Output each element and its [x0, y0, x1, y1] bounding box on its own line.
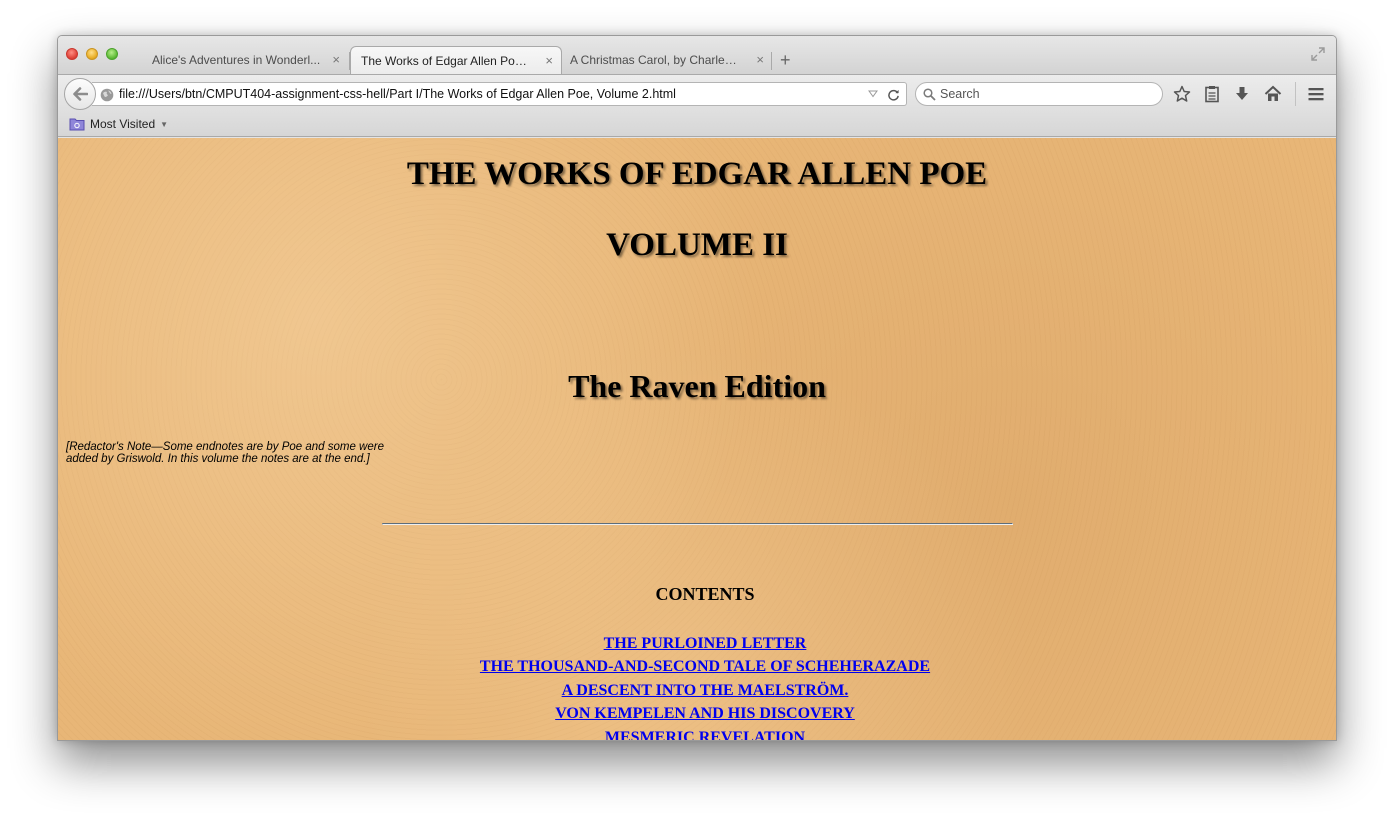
tab-label: The Works of Edgar Allen Poe,... — [361, 54, 531, 68]
tab-close-icon[interactable]: × — [545, 47, 553, 75]
toc-item: THE THOUSAND-AND-SECOND TALE OF SCHEHERA… — [74, 655, 1336, 678]
tab-alice[interactable]: Alice's Adventures in Wonderl... × — [142, 46, 348, 74]
browser-window: Alice's Adventures in Wonderl... × The W… — [57, 35, 1337, 741]
fullscreen-icon[interactable] — [1310, 46, 1326, 62]
bookmark-star-icon[interactable] — [1173, 85, 1191, 103]
tab-close-icon[interactable]: × — [756, 46, 764, 74]
toc-link-maelstrom[interactable]: A DESCENT INTO THE MAELSTRÖM. — [562, 682, 849, 699]
toc-item: VON KEMPELEN AND HIS DISCOVERY — [74, 702, 1336, 725]
search-input[interactable] — [940, 85, 1150, 103]
tab-label: Alice's Adventures in Wonderl... — [152, 53, 321, 67]
horizontal-rule — [382, 523, 1013, 525]
toc-item: A DESCENT INTO THE MAELSTRÖM. — [74, 679, 1336, 702]
tab-separator — [771, 52, 772, 70]
toolbar-separator — [1295, 82, 1296, 106]
most-visited-folder[interactable]: Most Visited ▼ — [69, 115, 168, 133]
volume-title: VOLUME II — [606, 227, 788, 263]
contents-heading: CONTENTS — [655, 584, 755, 604]
chevron-down-icon: ▼ — [160, 119, 169, 129]
search-icon — [923, 88, 936, 101]
window-close-button[interactable] — [66, 48, 78, 60]
downloads-icon[interactable] — [1233, 85, 1251, 103]
tab-close-icon[interactable]: × — [332, 46, 340, 74]
navigation-toolbar: file:///Users/btn/CMPUT404-assignment-cs… — [58, 74, 1336, 112]
tab-label: A Christmas Carol, by Charles ... — [570, 53, 740, 67]
most-visited-label: Most Visited — [90, 117, 156, 131]
menu-icon[interactable] — [1307, 85, 1325, 103]
redactor-note: [Redactor's Note—Some endnotes are by Po… — [66, 441, 384, 465]
globe-icon — [100, 88, 114, 102]
toc-link-purloined-letter[interactable]: THE PURLOINED LETTER — [604, 635, 807, 652]
tab-christmas-carol[interactable]: A Christmas Carol, by Charles ... × — [560, 46, 772, 74]
url-text[interactable]: file:///Users/btn/CMPUT404-assignment-cs… — [119, 83, 859, 105]
toc-item: THE PURLOINED LETTER — [74, 632, 1336, 655]
url-bar[interactable]: file:///Users/btn/CMPUT404-assignment-cs… — [92, 82, 907, 106]
back-arrow-icon — [73, 87, 88, 101]
reading-list-icon[interactable] — [1203, 85, 1221, 103]
back-button[interactable] — [64, 78, 96, 110]
window-zoom-button[interactable] — [106, 48, 118, 60]
window-minimize-button[interactable] — [86, 48, 98, 60]
search-bar[interactable] — [915, 82, 1163, 106]
edition-title: The Raven Edition — [568, 368, 826, 404]
home-icon[interactable] — [1264, 85, 1282, 103]
tab-strip: Alice's Adventures in Wonderl... × The W… — [58, 36, 1336, 74]
reload-icon[interactable] — [887, 88, 900, 101]
toc-link-scheherazade[interactable]: THE THOUSAND-AND-SECOND TALE OF SCHEHERA… — [480, 658, 930, 675]
toc-link-von-kempelen[interactable]: VON KEMPELEN AND HIS DISCOVERY — [555, 705, 855, 722]
tab-poe-active[interactable]: The Works of Edgar Allen Poe,... × — [350, 46, 562, 74]
url-history-dropdown-icon[interactable] — [868, 90, 878, 98]
new-tab-button[interactable]: + — [780, 50, 791, 70]
folder-icon — [69, 118, 85, 131]
table-of-contents: THE PURLOINED LETTER THE THOUSAND-AND-SE… — [58, 632, 1336, 740]
toc-item: MESMERIC REVELATION — [74, 726, 1336, 740]
book-title: THE WORKS OF EDGAR ALLEN POE — [406, 156, 988, 192]
page-content: THE WORKS OF EDGAR ALLEN POE VOLUME II T… — [58, 138, 1336, 740]
bookmarks-toolbar: Most Visited ▼ — [58, 112, 1336, 137]
toc-link-mesmeric-revelation[interactable]: MESMERIC REVELATION — [605, 729, 805, 740]
